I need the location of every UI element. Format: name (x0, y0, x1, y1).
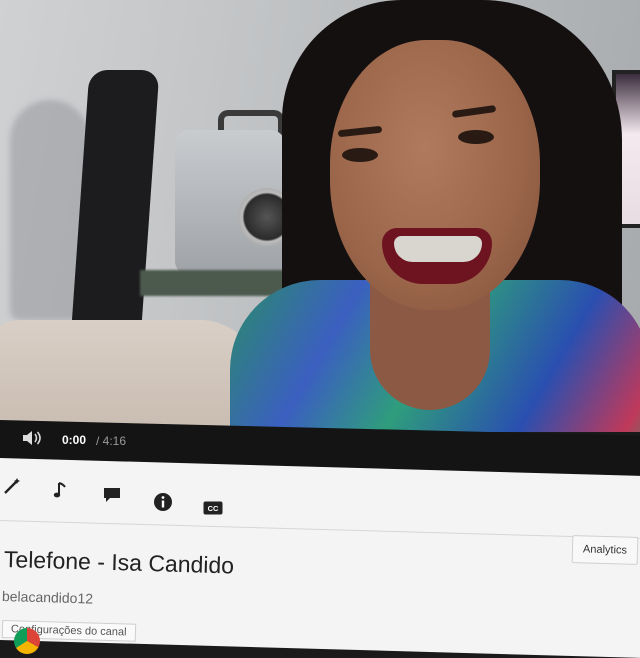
comment-icon[interactable] (103, 487, 121, 508)
video-scene (394, 236, 482, 262)
volume-icon[interactable] (22, 430, 42, 450)
closed-captions-icon[interactable]: CC (203, 500, 223, 520)
chrome-icon[interactable] (14, 628, 40, 654)
music-note-icon[interactable] (52, 480, 70, 505)
video-player[interactable] (0, 0, 640, 432)
video-scene (0, 320, 260, 432)
video-scene (342, 148, 378, 162)
channel-name[interactable]: belacandido12 (2, 588, 94, 607)
info-icon[interactable] (153, 492, 173, 517)
video-scene (458, 130, 494, 144)
svg-text:CC: CC (208, 504, 219, 513)
video-scene (70, 70, 160, 340)
time-total: / 4:16 (96, 434, 127, 448)
magic-wand-icon[interactable] (2, 476, 22, 501)
time-current: 0:00 (62, 433, 87, 447)
analytics-button[interactable]: Analytics (571, 535, 639, 565)
